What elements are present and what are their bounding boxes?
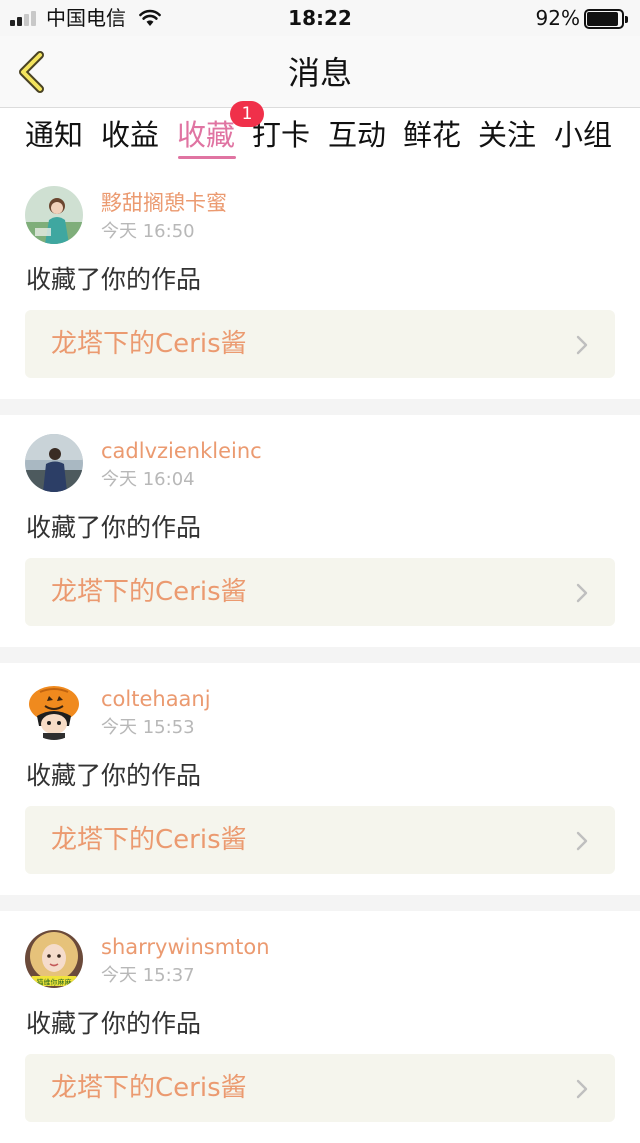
avatar[interactable]: 猫维你麻麻 (25, 930, 83, 988)
active-tab-indicator (178, 156, 236, 159)
favorites-unread-badge: 1 (230, 101, 264, 127)
message-time: 今天 15:53 (101, 717, 195, 738)
card-separator (0, 895, 640, 911)
battery-percent: 92% (535, 6, 580, 30)
tab-notifications[interactable]: 通知 (22, 117, 86, 153)
tab-earnings[interactable]: 收益 (98, 117, 162, 153)
work-title: 龙塔下的Ceris酱 (51, 329, 247, 359)
username[interactable]: sharrywinsmton (101, 933, 270, 961)
message-item: coltehaanj 今天 15:53 收藏了你的作品 龙塔下的Ceris酱 (0, 663, 640, 895)
work-title: 龙塔下的Ceris酱 (51, 825, 247, 855)
blonde-girl-photo-avatar-icon: 猫维你麻麻 (25, 930, 83, 988)
message-time: 今天 16:50 (101, 221, 195, 242)
work-title: 龙塔下的Ceris酱 (51, 1073, 247, 1103)
pumpkin-hat-cartoon-avatar-icon (25, 682, 83, 740)
tab-groups[interactable]: 小组 (551, 117, 615, 153)
message-time: 今天 16:04 (101, 469, 195, 490)
avatar[interactable] (25, 682, 83, 740)
action-text: 收藏了你的作品 (26, 265, 202, 294)
username[interactable]: cadlvzienkleinc (101, 437, 262, 465)
person-by-sea-avatar-icon (25, 434, 83, 492)
status-bar: 中国电信 18:22 92% (0, 0, 640, 36)
action-text: 收藏了你的作品 (26, 513, 202, 542)
battery-icon (584, 9, 628, 29)
username[interactable]: 黟甜搁憩卡蜜 (101, 189, 227, 217)
work-link[interactable]: 龙塔下的Ceris酱 (25, 1054, 615, 1122)
message-item: 黟甜搁憩卡蜜 今天 16:50 收藏了你的作品 龙塔下的Ceris酱 (0, 167, 640, 399)
message-item: 猫维你麻麻 sharrywinsmton 今天 15:37 收藏了你的作品 龙塔… (0, 911, 640, 1143)
work-link[interactable]: 龙塔下的Ceris酱 (25, 310, 615, 378)
girl-photo-avatar-icon (25, 186, 83, 244)
tab-favorites[interactable]: 收藏 (174, 117, 238, 153)
tab-following[interactable]: 关注 (475, 117, 539, 153)
avatar[interactable] (25, 434, 83, 492)
page-title: 消息 (287, 54, 352, 92)
work-title: 龙塔下的Ceris酱 (51, 577, 247, 607)
message-item: cadlvzienkleinc 今天 16:04 收藏了你的作品 龙塔下的Cer… (0, 415, 640, 647)
chevron-right-icon (576, 583, 588, 603)
tab-interactions[interactable]: 互动 (325, 117, 389, 153)
message-time: 今天 15:37 (101, 965, 195, 986)
message-tabs: 通知 收益 收藏 打卡 互动 鲜花 关注 小组 (0, 109, 640, 161)
card-separator (0, 647, 640, 663)
action-text: 收藏了你的作品 (26, 1009, 202, 1038)
avatar-caption: 猫维你麻麻 (37, 978, 72, 987)
chevron-right-icon (576, 831, 588, 851)
tab-flowers[interactable]: 鲜花 (400, 117, 464, 153)
avatar[interactable] (25, 186, 83, 244)
username[interactable]: coltehaanj (101, 685, 211, 713)
chevron-right-icon (576, 335, 588, 355)
card-separator (0, 399, 640, 415)
work-link[interactable]: 龙塔下的Ceris酱 (25, 806, 615, 874)
work-link[interactable]: 龙塔下的Ceris酱 (25, 558, 615, 626)
chevron-right-icon (576, 1079, 588, 1099)
action-text: 收藏了你的作品 (26, 761, 202, 790)
nav-bar: 消息 (0, 36, 640, 108)
